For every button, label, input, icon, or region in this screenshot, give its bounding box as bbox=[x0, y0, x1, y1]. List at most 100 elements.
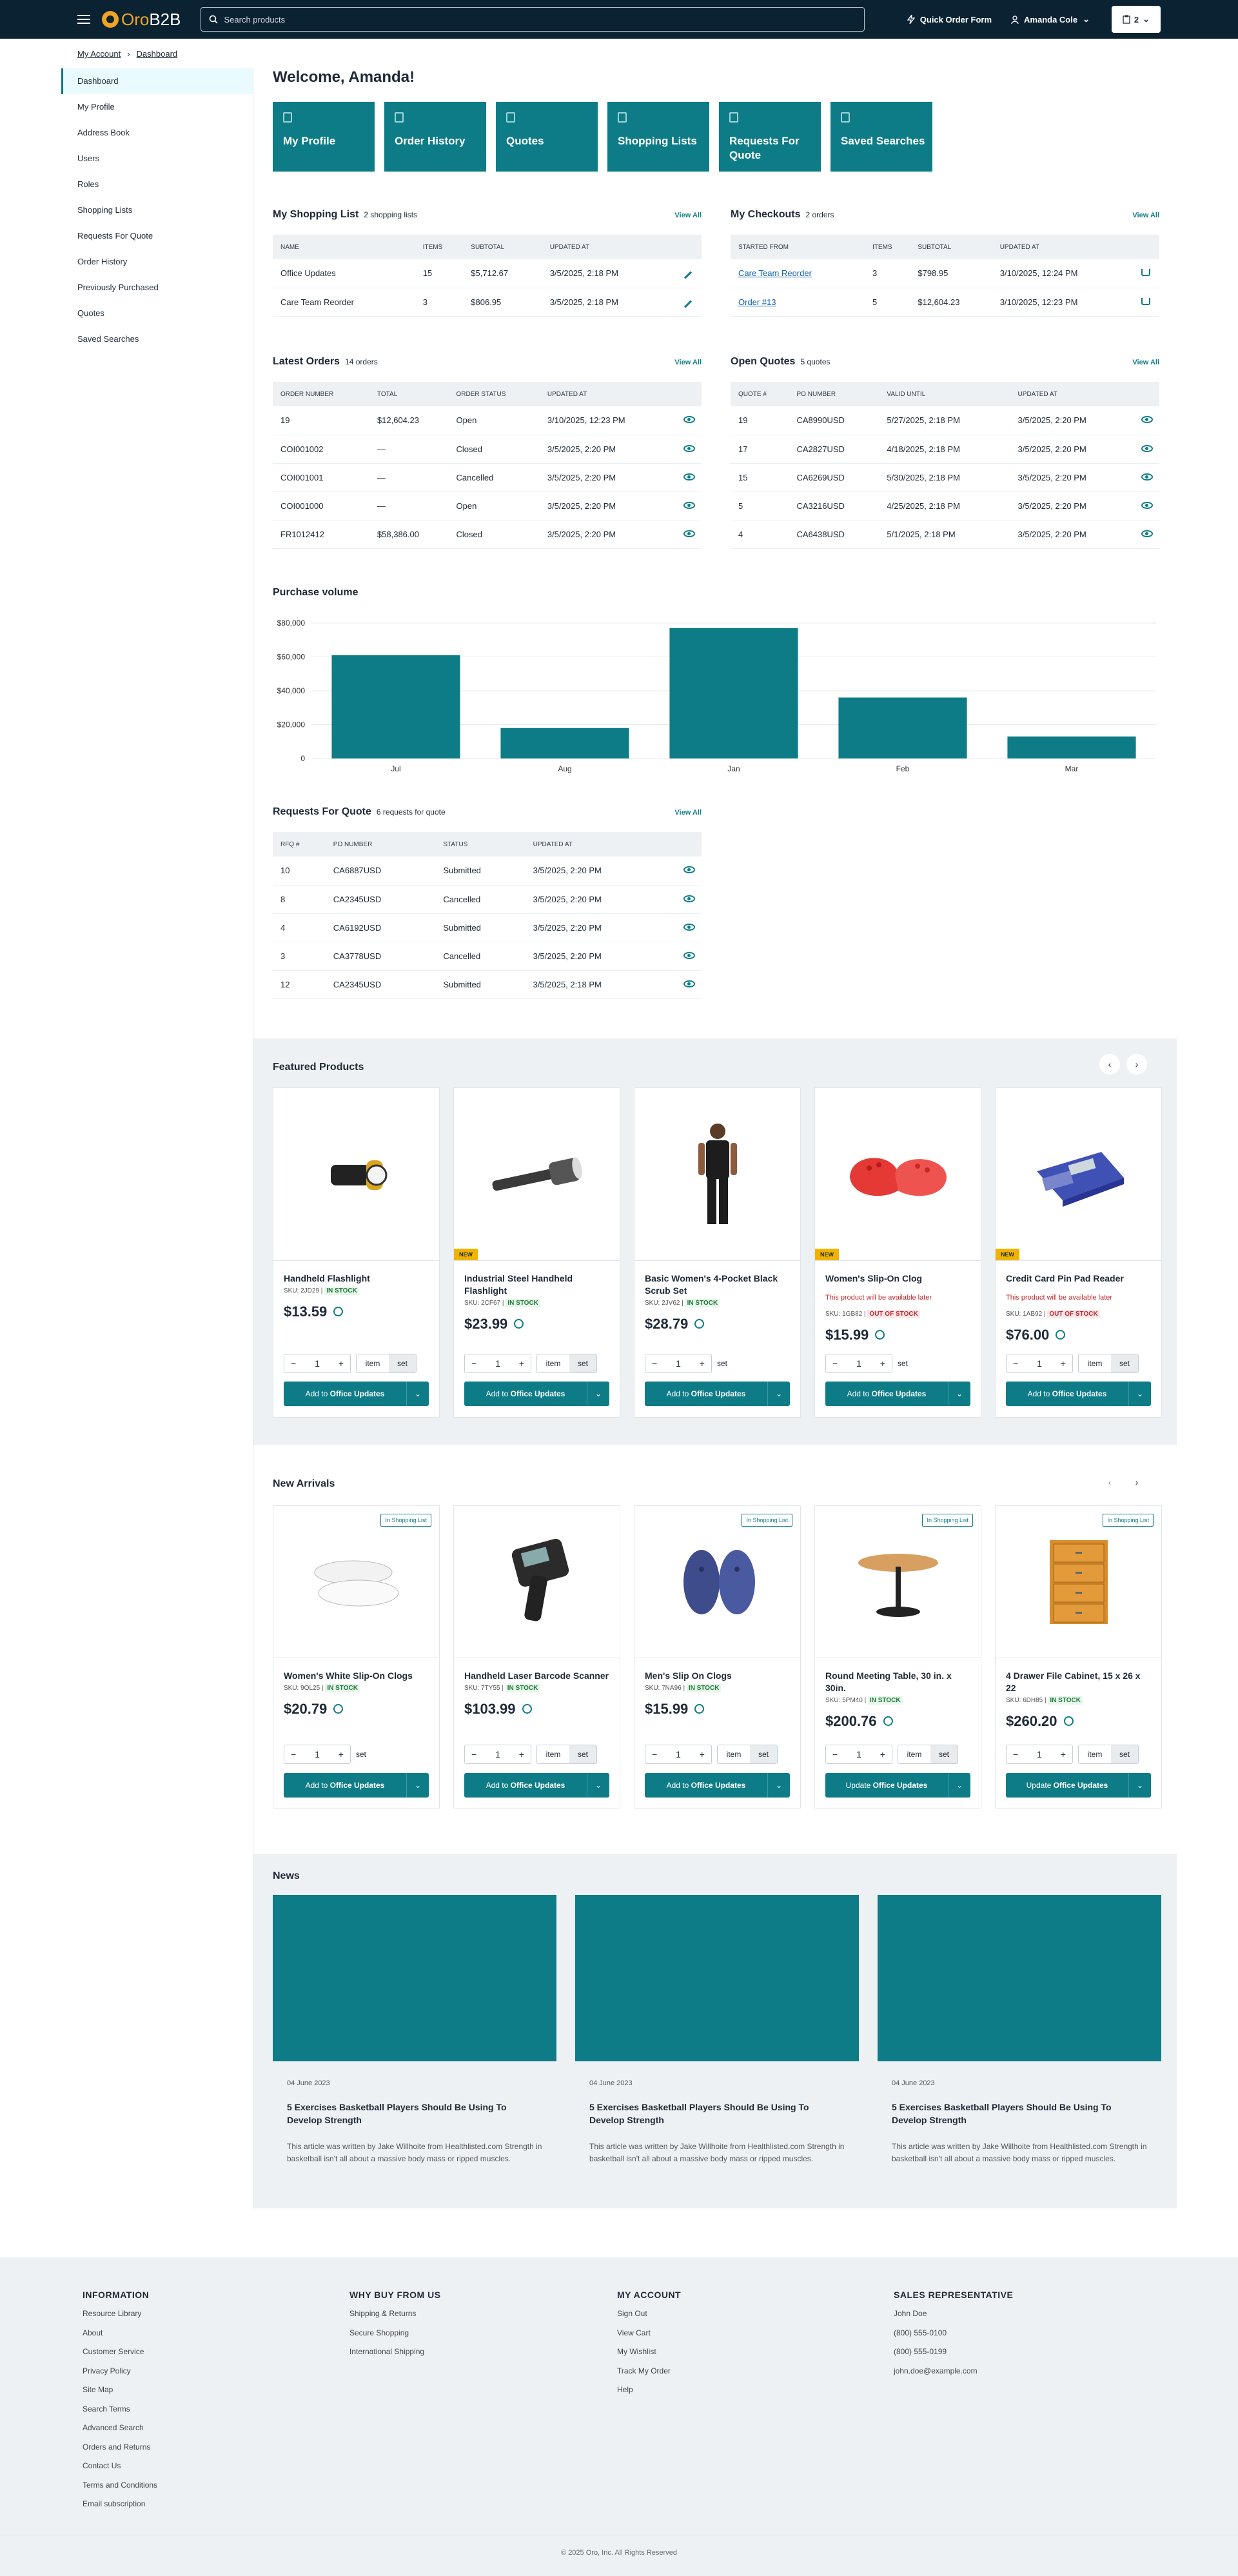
footer-link[interactable]: Customer Service bbox=[83, 2347, 157, 2366]
chevron-down-icon[interactable]: ⌄ bbox=[1129, 1773, 1151, 1798]
footer-link[interactable]: My Wishlist bbox=[617, 2347, 681, 2366]
eye-icon[interactable] bbox=[683, 951, 695, 959]
menu-icon[interactable] bbox=[77, 15, 90, 24]
news-image[interactable] bbox=[878, 1895, 1161, 2061]
footer-link[interactable]: Advanced Search bbox=[83, 2423, 157, 2442]
chevron-down-icon[interactable]: ⌄ bbox=[407, 1382, 429, 1406]
eye-icon[interactable] bbox=[683, 923, 695, 931]
cart-icon[interactable] bbox=[1141, 269, 1150, 277]
eye-icon[interactable] bbox=[683, 473, 695, 481]
info-icon[interactable] bbox=[514, 1319, 524, 1329]
product-image[interactable]: In Shopping List bbox=[815, 1506, 981, 1658]
checkout-link[interactable]: Care Team Reorder bbox=[738, 268, 812, 278]
unit-selector[interactable]: item set bbox=[1078, 1354, 1139, 1373]
carousel-prev-button[interactable]: ‹ bbox=[1099, 1054, 1120, 1075]
add-to-list-button[interactable]: Add to Office Updates ⌄ bbox=[464, 1382, 609, 1406]
sidebar-item-previously-purchased[interactable]: Previously Purchased bbox=[61, 275, 253, 301]
add-to-list-button[interactable]: Add to Office Updates ⌄ bbox=[284, 1773, 429, 1798]
quantity-stepper[interactable]: −1 + bbox=[825, 1354, 892, 1373]
info-icon[interactable] bbox=[694, 1704, 705, 1714]
footer-link[interactable]: Terms and Conditions bbox=[83, 2481, 157, 2500]
quantity-stepper[interactable]: −1 + bbox=[1006, 1354, 1073, 1373]
footer-link[interactable]: About bbox=[83, 2328, 157, 2348]
footer-link[interactable]: Track My Order bbox=[617, 2366, 681, 2386]
product-card[interactable]: In Shopping List Men's Slip On Clogs SKU… bbox=[634, 1505, 801, 1808]
product-card[interactable]: Handheld Flashlight SKU: 2JD29 | IN STOC… bbox=[273, 1087, 440, 1418]
footer-link[interactable]: Contact Us bbox=[83, 2461, 157, 2481]
product-name[interactable]: Men's Slip On Clogs bbox=[634, 1670, 800, 1682]
search-box[interactable] bbox=[200, 7, 865, 32]
tile-order-history[interactable]: Order History bbox=[384, 102, 486, 172]
view-all-link[interactable]: View All bbox=[1132, 359, 1159, 366]
add-to-list-button[interactable]: Add to Office Updates ⌄ bbox=[825, 1382, 970, 1406]
minus-icon[interactable]: − bbox=[291, 1358, 296, 1369]
plus-icon[interactable]: + bbox=[1061, 1749, 1066, 1759]
add-to-list-button[interactable]: Add to Office Updates ⌄ bbox=[1006, 1382, 1151, 1406]
breadcrumb-my-account[interactable]: My Account bbox=[77, 49, 121, 59]
footer-link[interactable]: Privacy Policy bbox=[83, 2366, 157, 2386]
chevron-down-icon[interactable]: ⌄ bbox=[587, 1382, 609, 1406]
quantity-stepper[interactable]: −1 + bbox=[645, 1354, 712, 1373]
product-name[interactable]: Handheld Flashlight bbox=[273, 1273, 439, 1285]
minus-icon[interactable]: − bbox=[471, 1358, 477, 1369]
eye-icon[interactable] bbox=[1141, 416, 1153, 424]
sidebar-item-address-book[interactable]: Address Book bbox=[61, 120, 253, 146]
sidebar-item-dashboard[interactable]: Dashboard bbox=[61, 68, 253, 94]
checkout-link[interactable]: Order #13 bbox=[738, 297, 776, 307]
quantity-stepper[interactable]: −1 + bbox=[284, 1745, 351, 1764]
product-image[interactable]: NEW bbox=[815, 1088, 981, 1261]
eye-icon[interactable] bbox=[683, 980, 695, 987]
chevron-down-icon[interactable]: ⌄ bbox=[1129, 1382, 1151, 1406]
plus-icon[interactable]: + bbox=[519, 1358, 524, 1369]
chevron-down-icon[interactable]: ⌄ bbox=[768, 1382, 790, 1406]
chevron-down-icon[interactable]: ⌄ bbox=[587, 1773, 609, 1798]
plus-icon[interactable]: + bbox=[339, 1749, 344, 1759]
product-card[interactable]: NEW Industrial Steel Handheld Flashlight… bbox=[453, 1087, 620, 1418]
rep-phone[interactable]: (800) 555-0100 bbox=[894, 2328, 1013, 2348]
sidebar-item-shopping-lists[interactable]: Shopping Lists bbox=[61, 197, 253, 223]
quantity-stepper[interactable]: −1 + bbox=[645, 1745, 712, 1764]
footer-link[interactable]: Search Terms bbox=[83, 2404, 157, 2424]
quantity-stepper[interactable]: −1 + bbox=[825, 1745, 892, 1764]
carousel-next-button[interactable]: › bbox=[1126, 1472, 1147, 1492]
product-name[interactable]: Women's White Slip-On Clogs bbox=[273, 1670, 439, 1682]
minus-icon[interactable]: − bbox=[1013, 1749, 1018, 1759]
in-shopping-list-badge[interactable]: In Shopping List bbox=[742, 1514, 792, 1527]
eye-icon[interactable] bbox=[683, 416, 695, 424]
logo[interactable]: Oro B2B bbox=[102, 10, 181, 30]
news-card[interactable]: 04 June 2023 5 Exercises Basketball Play… bbox=[273, 1895, 556, 2165]
product-name[interactable]: Basic Women's 4-Pocket Black Scrub Set bbox=[634, 1273, 800, 1297]
add-to-list-button[interactable]: Add to Office Updates ⌄ bbox=[464, 1773, 609, 1798]
plus-icon[interactable]: + bbox=[519, 1749, 524, 1759]
quantity-stepper[interactable]: −1 + bbox=[284, 1354, 351, 1373]
unit-selector[interactable]: item set bbox=[356, 1354, 417, 1373]
sidebar-item-my-profile[interactable]: My Profile bbox=[61, 94, 253, 120]
product-name[interactable]: Round Meeting Table, 30 in. x 30in. bbox=[815, 1670, 981, 1694]
footer-link[interactable]: Site Map bbox=[83, 2385, 157, 2404]
product-card[interactable]: Basic Women's 4-Pocket Black Scrub Set S… bbox=[634, 1087, 801, 1418]
in-shopping-list-badge[interactable]: In Shopping List bbox=[380, 1514, 431, 1527]
product-name[interactable]: Handheld Laser Barcode Scanner bbox=[454, 1670, 620, 1682]
unit-selector[interactable]: item set bbox=[1078, 1745, 1139, 1764]
quantity-stepper[interactable]: −1 + bbox=[464, 1354, 531, 1373]
chevron-down-icon[interactable]: ⌄ bbox=[407, 1773, 429, 1798]
product-image[interactable]: In Shopping List bbox=[996, 1506, 1161, 1658]
info-icon[interactable] bbox=[1056, 1330, 1066, 1340]
product-card[interactable]: In Shopping List Round Meeting Table, 30… bbox=[814, 1505, 981, 1808]
product-card[interactable]: Handheld Laser Barcode Scanner SKU: 7TY5… bbox=[453, 1505, 620, 1808]
rep-email[interactable]: john.doe@example.com bbox=[894, 2366, 1013, 2386]
unit-selector[interactable]: item set bbox=[898, 1745, 958, 1764]
product-name[interactable]: 4 Drawer File Cabinet, 15 x 26 x 22 bbox=[996, 1670, 1161, 1694]
eye-icon[interactable] bbox=[683, 501, 695, 509]
carousel-prev-button[interactable]: ‹ bbox=[1099, 1472, 1120, 1492]
in-shopping-list-badge[interactable]: In Shopping List bbox=[922, 1514, 973, 1527]
chevron-down-icon[interactable]: ⌄ bbox=[948, 1773, 970, 1798]
cart-icon[interactable] bbox=[1141, 297, 1150, 305]
news-image[interactable] bbox=[273, 1895, 556, 2061]
chevron-down-icon[interactable]: ⌄ bbox=[768, 1773, 790, 1798]
plus-icon[interactable]: + bbox=[1061, 1358, 1066, 1369]
product-card[interactable]: In Shopping List 4 Drawer File Cabinet, … bbox=[995, 1505, 1162, 1808]
info-icon[interactable] bbox=[333, 1704, 344, 1714]
add-to-list-button[interactable]: Add to Office Updates ⌄ bbox=[284, 1382, 429, 1406]
plus-icon[interactable]: + bbox=[880, 1749, 885, 1759]
